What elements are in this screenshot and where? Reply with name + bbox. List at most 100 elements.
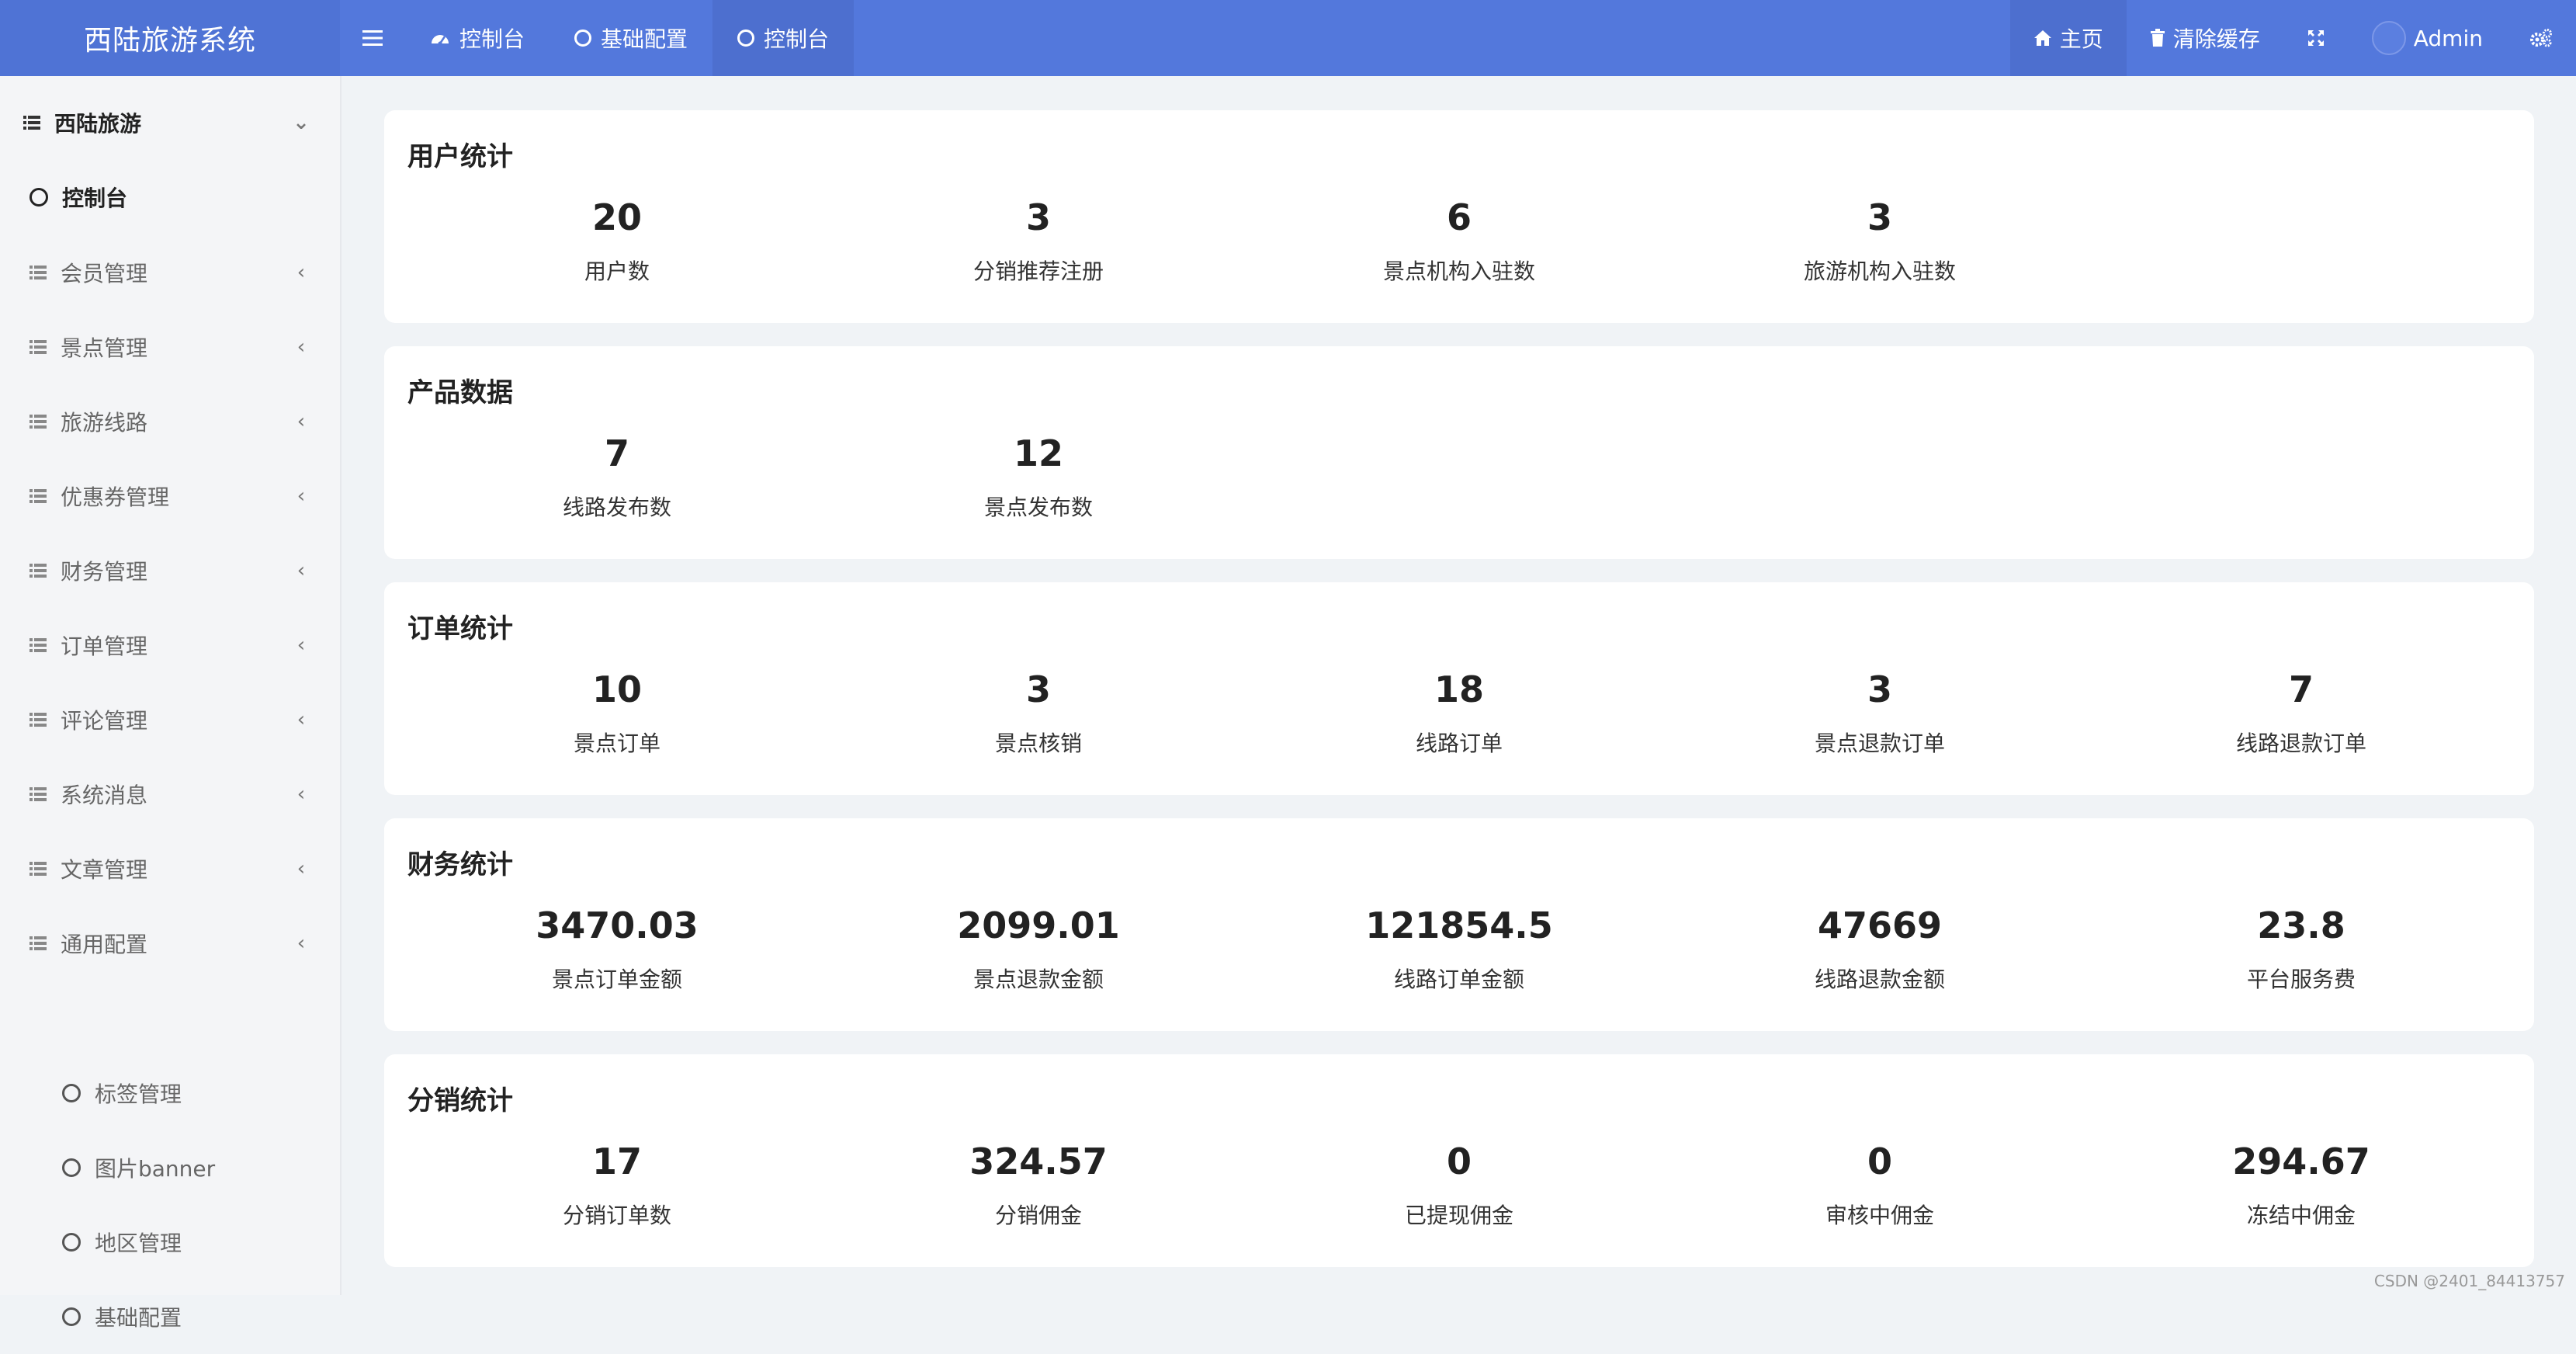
chevron-left-icon: ‹: [296, 634, 306, 657]
stat-card: 订单统计 10 景点订单 3 景点核销 18 线路订单 3 景点退款订单 7 线路退款订单: [384, 582, 2534, 795]
trash-icon: [2150, 29, 2165, 47]
stat-item: 20 用户数: [470, 196, 764, 286]
stat-value: 324.57: [969, 1140, 1108, 1182]
stat-label: 线路退款订单: [2235, 731, 2366, 756]
home-icon: [2033, 30, 2051, 46]
stat-label: 景点订单金额: [551, 967, 682, 992]
stat-item: 3 旅游机构入驻数: [1732, 196, 2027, 286]
sidebar-subitem-basic-config[interactable]: 基础配置: [0, 1279, 340, 1354]
stat-value: 6: [1446, 196, 1472, 238]
sidebar-subitem-tags[interactable]: 标签管理: [0, 1056, 340, 1130]
tab-label: 控制台: [764, 26, 830, 52]
list-icon: [29, 638, 47, 652]
fullscreen-icon: [2307, 30, 2324, 46]
stat-item: 7 线路退款订单: [2154, 668, 2449, 758]
stat-card: 产品数据 7 线路发布数 12 景点发布数: [384, 346, 2534, 559]
sidebar-item[interactable]: 订单管理 ‹: [0, 608, 340, 682]
stat-value: 0: [1446, 1140, 1472, 1182]
sidebar-item-label: 优惠券管理: [61, 484, 170, 510]
sidebar-item[interactable]: 旅游线路 ‹: [0, 384, 340, 459]
circle-icon: [62, 1084, 81, 1102]
stat-label: 线路退款金额: [1814, 967, 1945, 992]
stat-value: 47669: [1817, 904, 1943, 946]
chevron-left-icon: ‹: [296, 335, 306, 359]
sidebar-subitem-region[interactable]: 地区管理: [0, 1205, 340, 1279]
sidebar-group-label: 西陆旅游: [54, 111, 142, 137]
circle-icon: [737, 30, 755, 47]
tab-label: 控制台: [459, 26, 525, 52]
sidebar-item-label: 控制台: [62, 186, 128, 211]
list-icon: [29, 489, 47, 503]
sidebar-subitem-banner[interactable]: 图片banner: [0, 1130, 340, 1205]
stat-value: 23.8: [2257, 904, 2345, 946]
stat-item: 47669 线路退款金额: [1732, 904, 2027, 994]
list-icon: [29, 713, 47, 727]
clear-cache-label: 清除缓存: [2172, 26, 2260, 52]
list-icon: [29, 936, 47, 950]
clear-cache-button[interactable]: 清除缓存: [2127, 0, 2283, 76]
sidebar-item-label: 评论管理: [61, 708, 148, 734]
stat-value: 3: [1867, 668, 1892, 710]
stat-label: 分销佣金: [994, 1203, 1082, 1228]
circle-icon: [29, 188, 48, 207]
stat-value: 7: [604, 432, 629, 474]
stat-label: 线路订单: [1415, 731, 1503, 756]
sidebar-item-label: 系统消息: [61, 783, 148, 808]
stat-item: 6 景点机构入驻数: [1312, 196, 1607, 286]
sidebar-item[interactable]: 优惠券管理 ‹: [0, 459, 340, 533]
list-icon: [29, 340, 47, 354]
settings-button[interactable]: [2506, 0, 2576, 76]
stat-item: 12 景点发布数: [891, 432, 1186, 522]
stat-label: 分销推荐注册: [973, 259, 1104, 284]
sidebar-item[interactable]: 财务管理 ‹: [0, 533, 340, 608]
tab-dashboard-active[interactable]: 控制台: [712, 0, 855, 76]
list-icon: [29, 415, 47, 429]
sidebar-item[interactable]: 景点管理 ‹: [0, 310, 340, 384]
sidebar-item-label: 标签管理: [95, 1081, 182, 1107]
sidebar-item-label: 基础配置: [95, 1305, 182, 1331]
sidebar-item[interactable]: 文章管理 ‹: [0, 831, 340, 906]
stat-label: 平台服务费: [2246, 967, 2356, 992]
fullscreen-button[interactable]: [2283, 0, 2349, 76]
list-icon: [29, 787, 47, 801]
top-nav: 控制台 基础配置 控制台: [340, 0, 855, 76]
stat-value: 121854.5: [1365, 904, 1553, 946]
card-title: 财务统计: [407, 849, 513, 880]
sidebar-item-label: 景点管理: [61, 335, 148, 361]
stat-value: 17: [591, 1140, 642, 1182]
stat-label: 线路发布数: [562, 495, 671, 520]
list-icon: [29, 862, 47, 876]
sidebar-item[interactable]: 会员管理 ‹: [0, 235, 340, 310]
stat-value: 2099.01: [957, 904, 1120, 946]
stat-label: 景点核销: [994, 731, 1082, 756]
circle-icon: [574, 30, 592, 47]
sidebar-item-label: 图片banner: [95, 1156, 216, 1182]
tab-dashboard[interactable]: 控制台: [405, 0, 550, 76]
dashboard-icon: [432, 35, 449, 46]
sidebar-item-label: 财务管理: [61, 559, 148, 585]
sidebar-group-xilu[interactable]: 西陆旅游 ⌄: [0, 85, 340, 160]
chevron-left-icon: ‹: [296, 932, 306, 955]
app-logo-title[interactable]: 西陆旅游系统: [0, 0, 340, 76]
circle-icon: [62, 1158, 81, 1177]
stat-card: 财务统计 3470.03 景点订单金额 2099.01 景点退款金额 121854.5 线路…: [384, 818, 2534, 1031]
sidebar-item[interactable]: 系统消息 ‹: [0, 757, 340, 831]
card-title: 分销统计: [407, 1085, 513, 1116]
menu-toggle-button[interactable]: [340, 0, 405, 76]
stat-item: 0 已提现佣金: [1312, 1140, 1607, 1230]
sidebar-item[interactable]: 通用配置 ‹: [0, 906, 340, 981]
tab-basic-config[interactable]: 基础配置: [550, 0, 712, 76]
sidebar-item-label: 旅游线路: [61, 410, 148, 436]
stat-value: 0: [1867, 1140, 1892, 1182]
watermark: CSDN @2401_84413757: [2373, 1272, 2565, 1290]
stat-value: 18: [1434, 668, 1484, 710]
sidebar-item-label: 文章管理: [61, 857, 148, 883]
sidebar-item[interactable]: 评论管理 ‹: [0, 682, 340, 757]
stat-label: 景点退款金额: [973, 967, 1104, 992]
list-icon: [29, 266, 47, 279]
home-button[interactable]: 主页: [2009, 0, 2127, 76]
user-menu[interactable]: Admin: [2349, 0, 2506, 76]
sidebar-item-dashboard[interactable]: 控制台: [0, 160, 340, 234]
stat-value: 3470.03: [536, 904, 699, 946]
stat-label: 景点机构入驻数: [1382, 259, 1535, 284]
